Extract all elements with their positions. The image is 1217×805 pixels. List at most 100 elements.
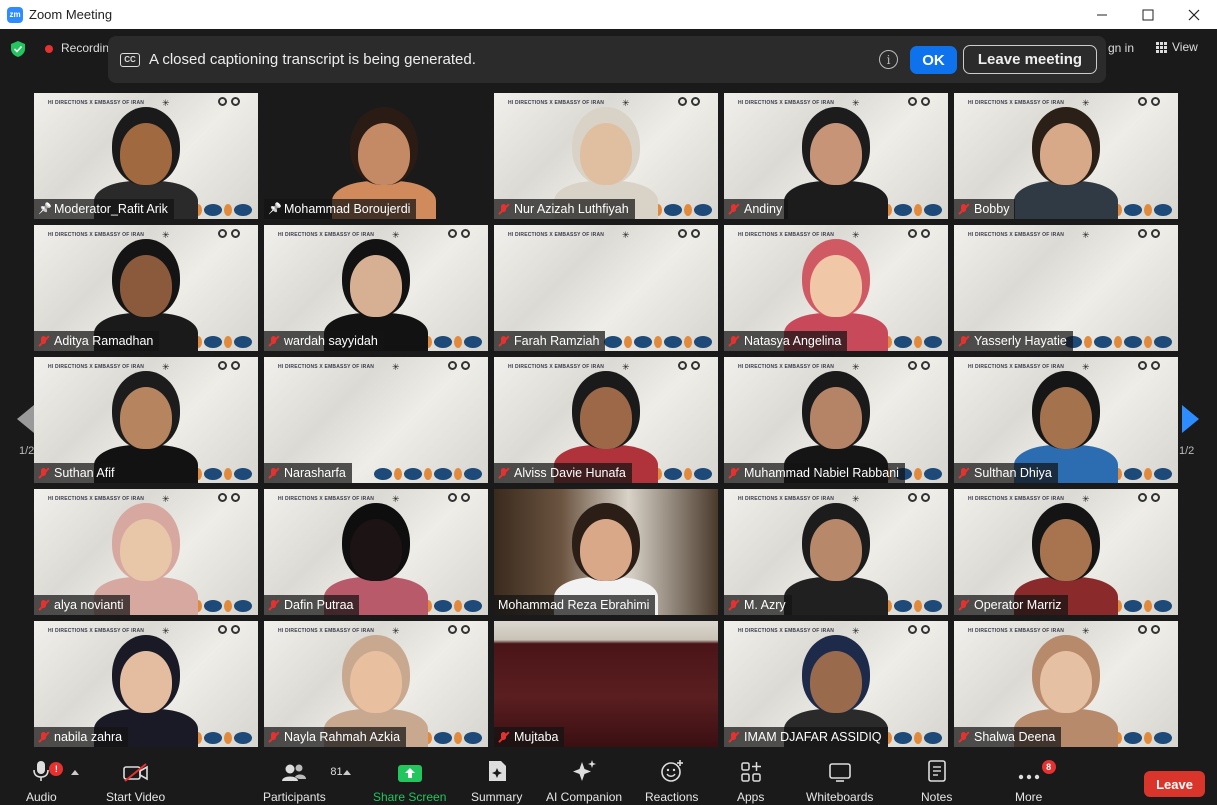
participant-tile[interactable]: HI DIRECTIONS X EMBASSY OF IRAN ✳ Shalwa D…: [954, 621, 1178, 747]
pin-icon: 📌: [38, 203, 52, 215]
minimize-icon: [1097, 14, 1107, 15]
participant-tile[interactable]: HI DIRECTIONS X EMBASSY OF IRAN ✳ Bobby: [954, 93, 1178, 219]
apps-button[interactable]: Apps: [737, 755, 764, 805]
participants-options-caret-icon[interactable]: [343, 770, 351, 775]
participant-name: Suthan Afif: [54, 466, 115, 480]
summary-icon: [488, 761, 506, 781]
participant-name: Farah Ramziah: [514, 334, 600, 348]
apps-label: Apps: [737, 790, 765, 804]
participant-tile[interactable]: HI DIRECTIONS X EMBASSY OF IRAN ✳ Yasserly…: [954, 225, 1178, 351]
page-indicator-left: 1/2: [19, 445, 35, 457]
participant-tile[interactable]: HI DIRECTIONS X EMBASSY OF IRAN ✳ IMAM DJA…: [724, 621, 948, 747]
apps-icon: [740, 762, 761, 782]
reactions-button[interactable]: Reactions: [645, 755, 698, 805]
maximize-icon: [1142, 9, 1154, 20]
prev-page-arrow-icon[interactable]: [17, 405, 34, 433]
muted-microphone-icon: [268, 731, 280, 743]
participant-tile[interactable]: HI DIRECTIONS X EMBASSY OF IRAN ✳ Narashar…: [264, 357, 488, 483]
start-video-label: Start Video: [106, 790, 166, 804]
summary-button[interactable]: Summary: [471, 755, 522, 805]
start-video-button[interactable]: Start Video: [106, 755, 165, 805]
view-label: View: [1172, 40, 1198, 54]
participant-name-bar: Shalwa Deena: [954, 727, 1062, 747]
participant-tile[interactable]: HI DIRECTIONS X EMBASSY OF IRAN ✳ alya nov…: [34, 489, 258, 615]
participant-name-bar: 📌 Mohammad Boroujerdi: [264, 199, 417, 219]
participant-name-bar: IMAM DJAFAR ASSIDIQ: [724, 727, 888, 747]
participant-name: Nur Azizah Luthfiyah: [514, 202, 629, 216]
participant-name-bar: Sulthan Dhiya: [954, 463, 1058, 483]
info-icon[interactable]: i: [879, 50, 898, 69]
participant-tile[interactable]: HI DIRECTIONS X EMBASSY OF IRAN ✳ nabila z…: [34, 621, 258, 747]
muted-microphone-icon: [268, 335, 280, 347]
sign-in-link[interactable]: gn in: [1108, 41, 1134, 55]
ok-button[interactable]: OK: [910, 46, 957, 74]
recording-dot-icon: [45, 45, 53, 53]
whiteboards-button[interactable]: Whiteboards: [806, 755, 873, 805]
participant-name-bar: Operator Marriz: [954, 595, 1068, 615]
participant-tile[interactable]: HI DIRECTIONS X EMBASSY OF IRAN ✳ Nur Aziz…: [494, 93, 718, 219]
participant-name: Yasserly Hayatie: [974, 334, 1067, 348]
participant-tile[interactable]: HI DIRECTIONS X EMBASSY OF IRAN ✳ Farah Ra…: [494, 225, 718, 351]
view-button[interactable]: View: [1156, 40, 1198, 54]
close-button[interactable]: [1171, 0, 1217, 29]
participant-tile[interactable]: HI DIRECTIONS X EMBASSY OF IRAN ✳ wardah s…: [264, 225, 488, 351]
leave-meeting-button[interactable]: Leave meeting: [963, 45, 1097, 74]
pin-icon: 📌: [268, 203, 282, 215]
next-page-arrow-icon[interactable]: [1182, 405, 1199, 433]
notes-button[interactable]: Notes: [921, 755, 952, 805]
minimize-button[interactable]: [1079, 0, 1125, 29]
audio-options-caret-icon[interactable]: [71, 770, 79, 775]
participant-tile[interactable]: HI DIRECTIONS X EMBASSY OF IRAN ✳ Andiny: [724, 93, 948, 219]
ai-companion-button[interactable]: AI Companion: [546, 755, 622, 805]
participant-tile[interactable]: HI DIRECTIONS X EMBASSY OF IRAN ✳ Sulthan …: [954, 357, 1178, 483]
audio-label: Audio: [26, 790, 57, 804]
participant-name-bar: Natasya Angelina: [724, 331, 848, 351]
more-label: More: [1015, 790, 1043, 804]
participant-tile[interactable]: HI DIRECTIONS X EMBASSY OF IRAN ✳ Alviss D…: [494, 357, 718, 483]
participant-name-bar: Mujtaba: [494, 727, 565, 747]
virtual-bg-pattern: [604, 336, 712, 348]
muted-microphone-icon: [728, 731, 740, 743]
whiteboard-icon: [828, 763, 851, 782]
maximize-button[interactable]: [1125, 0, 1171, 29]
participant-name-bar: alya novianti: [34, 595, 130, 615]
participants-icon: [282, 764, 307, 781]
shield-icon[interactable]: [11, 41, 25, 57]
participant-tile[interactable]: Mohammad Reza Ebrahimi: [494, 489, 718, 615]
participant-name-bar: Nur Azizah Luthfiyah: [494, 199, 635, 219]
participant-tile[interactable]: HI DIRECTIONS X EMBASSY OF IRAN ✳ Aditya R…: [34, 225, 258, 351]
leave-button[interactable]: Leave: [1144, 771, 1205, 797]
participant-name: alya novianti: [54, 598, 124, 612]
participant-tile[interactable]: HI DIRECTIONS X EMBASSY OF IRAN ✳ Nayla Ra…: [264, 621, 488, 747]
participant-tile[interactable]: HI DIRECTIONS X EMBASSY OF IRAN ✳ M. Azry: [724, 489, 948, 615]
participant-name: Mohammad Reza Ebrahimi: [498, 598, 650, 612]
participant-name: Aditya Ramadhan: [54, 334, 154, 348]
muted-microphone-icon: [38, 335, 50, 347]
participant-tile[interactable]: HI DIRECTIONS X EMBASSY OF IRAN ✳ Natasya …: [724, 225, 948, 351]
participant-tile[interactable]: HI DIRECTIONS X EMBASSY OF IRAN ✳ 📌 Moderat…: [34, 93, 258, 219]
participant-tile[interactable]: Mujtaba: [494, 621, 718, 747]
participant-name: wardah sayyidah: [284, 334, 378, 348]
participants-button[interactable]: 81 Participants: [263, 755, 343, 805]
participant-tile[interactable]: 📌 Mohammad Boroujerdi: [264, 93, 488, 219]
audio-button[interactable]: ! Audio: [26, 755, 64, 805]
participant-name-bar: Andiny: [724, 199, 789, 219]
muted-microphone-icon: [498, 731, 510, 743]
participant-name: Operator Marriz: [974, 598, 1062, 612]
more-button[interactable]: 8 More: [1015, 755, 1056, 805]
participant-tile[interactable]: HI DIRECTIONS X EMBASSY OF IRAN ✳ Suthan A…: [34, 357, 258, 483]
participant-name: M. Azry: [744, 598, 786, 612]
participant-tile[interactable]: HI DIRECTIONS X EMBASSY OF IRAN ✳ Muhammad…: [724, 357, 948, 483]
caption-banner: CC A closed captioning transcript is bei…: [108, 36, 1106, 83]
share-screen-button[interactable]: Share Screen: [373, 755, 446, 805]
participant-name-bar: Yasserly Hayatie: [954, 331, 1073, 351]
muted-microphone-icon: [728, 335, 740, 347]
participant-name-bar: Dafin Putraa: [264, 595, 360, 615]
reactions-smiley-icon: [660, 760, 683, 782]
closed-caption-icon: CC: [120, 52, 140, 67]
participant-tile[interactable]: HI DIRECTIONS X EMBASSY OF IRAN ✳ Operator…: [954, 489, 1178, 615]
meeting-toolbar: ! Audio Start Video 81 Participants Shar…: [0, 755, 1217, 805]
participant-name-bar: Aditya Ramadhan: [34, 331, 160, 351]
participant-tile[interactable]: HI DIRECTIONS X EMBASSY OF IRAN ✳ Dafin Pu…: [264, 489, 488, 615]
participant-name: Muhammad Nabiel Rabbani: [744, 466, 899, 480]
